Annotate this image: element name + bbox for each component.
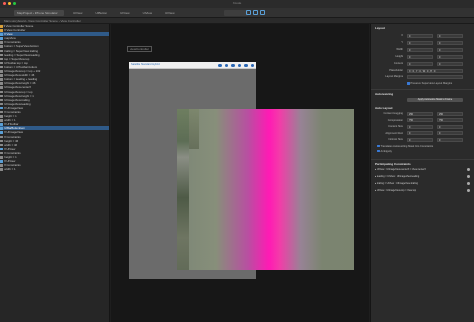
value-field[interactable]: 0 — [437, 131, 463, 135]
share-icon[interactable] — [237, 63, 241, 67]
title-bar: Xcode — [0, 0, 474, 8]
value-field[interactable]: 0 — [407, 40, 433, 45]
value-field[interactable]: 0 — [437, 47, 463, 52]
preserve-margins-checkbox[interactable]: Preserve Superview Layout Margins — [407, 82, 452, 85]
value-field[interactable]: 250 — [407, 111, 433, 116]
field-label: Intrinsic Size — [388, 138, 403, 141]
checkbox-icon[interactable] — [377, 149, 380, 153]
layout-margins-label: Layout Margins — [385, 75, 403, 78]
placeholder-label: Placeholder — [389, 69, 403, 72]
map-type-label[interactable]: Satellite Standard Hybrid — [131, 63, 160, 66]
settings-icon[interactable] — [250, 63, 254, 67]
field-label: Content Size — [388, 125, 403, 128]
value-field[interactable]: 250 — [437, 111, 463, 116]
editor-tab[interactable]: UIView — [160, 10, 179, 16]
gear-icon[interactable] — [467, 188, 470, 192]
search-icon[interactable] — [244, 63, 248, 67]
assistant-editor-button[interactable] — [253, 10, 258, 15]
autolayout-heading: Auto Layout — [375, 106, 393, 110]
standard-editor-button[interactable] — [246, 10, 251, 15]
editor-tab[interactable]: UIView — [68, 10, 87, 16]
value-field[interactable]: 0 — [407, 137, 433, 142]
field-label: Y — [401, 41, 403, 44]
map-type-toolbar[interactable]: Satellite Standard Hybrid — [129, 62, 256, 69]
map-edge-strip — [177, 109, 189, 270]
map-image-view[interactable] — [177, 109, 354, 270]
checkbox-label: Translates Autoresizing Mask Into Constr… — [380, 144, 434, 148]
checkbox-icon[interactable] — [407, 82, 410, 85]
editor-mode-controls — [246, 10, 270, 16]
outline-row[interactable]: width = 1 — [0, 167, 109, 171]
value-field[interactable]: 0 — [437, 137, 463, 142]
section-divider — [371, 89, 474, 90]
option-checkbox[interactable]: Ambiguity — [377, 150, 392, 153]
locate-icon[interactable] — [224, 63, 228, 67]
editor-tab[interactable]: UIView — [138, 10, 157, 16]
field-label: X — [401, 34, 403, 37]
value-field[interactable]: 0 — [407, 47, 433, 52]
constraint-row[interactable]: ▸ UIView : UIImageView.top = View.top — [375, 188, 469, 193]
gear-icon[interactable] — [467, 167, 470, 171]
pin-icon[interactable] — [218, 63, 222, 67]
apply-autoresize-button[interactable]: Apply Autoresize Mask to Frame — [407, 98, 463, 102]
field-label: Height — [395, 55, 404, 58]
scene-label[interactable]: viewController — [127, 46, 153, 52]
layout-margins-field[interactable] — [407, 74, 463, 79]
document-outline: ▾ View Controller Scene ▾ View Controlle… — [0, 24, 110, 322]
value-field[interactable]: 0 — [407, 124, 433, 129]
value-field[interactable]: 750 — [437, 118, 463, 122]
editor-tab[interactable]: UIView — [115, 10, 134, 16]
toolbar: MapProject › iPhone Simulator UIView UIBu… — [0, 8, 474, 18]
field-label: Compression — [387, 118, 403, 122]
value-field[interactable]: 0 — [407, 61, 433, 66]
constraints-heading: Participating Constraints — [375, 161, 411, 166]
layers-icon[interactable] — [231, 63, 235, 67]
toolbar-icons — [218, 63, 254, 67]
version-editor-button[interactable] — [260, 10, 265, 15]
value-field[interactable]: 0 — [437, 61, 463, 66]
option-checkbox[interactable]: Translates Autoresizing Mask Into Constr… — [377, 145, 433, 148]
breadcrumb[interactable]: Main.storyboard › View Controller Scene … — [4, 19, 81, 23]
value-field[interactable]: 0 — [437, 33, 463, 38]
storyboard-canvas[interactable]: viewController Satellite Standard Hybrid — [111, 24, 369, 322]
constraint-row[interactable]: ▸ UIView : UIImageView.centerX = View.ce… — [375, 167, 469, 172]
gear-icon[interactable] — [467, 174, 470, 178]
value-field[interactable]: 0 — [407, 54, 433, 59]
value-field[interactable]: 0 — [437, 124, 463, 129]
value-field[interactable]: 750 — [407, 118, 433, 122]
field-label: Width — [396, 48, 403, 51]
window-title: Xcode — [232, 1, 242, 5]
outline-row-label: width = 1 — [3, 167, 16, 172]
constraint-row[interactable]: ▸ leading = UIView : UIImageView.leading — [375, 174, 469, 179]
value-field[interactable]: 0 — [407, 131, 433, 135]
value-field[interactable]: 0 — [437, 54, 463, 59]
placeholder-field[interactable]: X : 0 , Y : 0 , W : 0 , H : 0 — [407, 68, 463, 73]
layout-heading: Layout — [375, 26, 385, 30]
field-label: Alignment Rect — [385, 131, 403, 135]
field-label: Content — [393, 62, 403, 65]
field-label: Content Hugging — [383, 112, 403, 115]
autoresizing-heading: Autoresizing — [375, 92, 394, 96]
checkbox-label: Ambiguity — [380, 149, 392, 153]
checkbox-label: Preserve Superview Layout Margins — [410, 82, 453, 85]
size-inspector: Layout X 0 0 Y 0 0 Width 0 0 Height 0 0 Content 0 0 Plac… — [370, 24, 474, 322]
value-field[interactable]: 0 — [407, 33, 433, 38]
scheme-selector[interactable]: MapProject › iPhone Simulator — [14, 10, 64, 16]
section-divider — [371, 158, 474, 160]
editor-tabs: UIView UIButton UIView UIView UIView — [68, 10, 180, 16]
checkbox-icon[interactable] — [377, 144, 380, 148]
object-icon — [0, 168, 3, 171]
gear-icon[interactable] — [467, 181, 470, 185]
value-field[interactable]: 0 — [437, 40, 463, 45]
activity-view — [224, 10, 248, 16]
editor-tab[interactable]: UIButton — [90, 10, 112, 16]
constraint-row[interactable]: ▸ trailing = UIView : UIImageView.traili… — [375, 181, 469, 186]
